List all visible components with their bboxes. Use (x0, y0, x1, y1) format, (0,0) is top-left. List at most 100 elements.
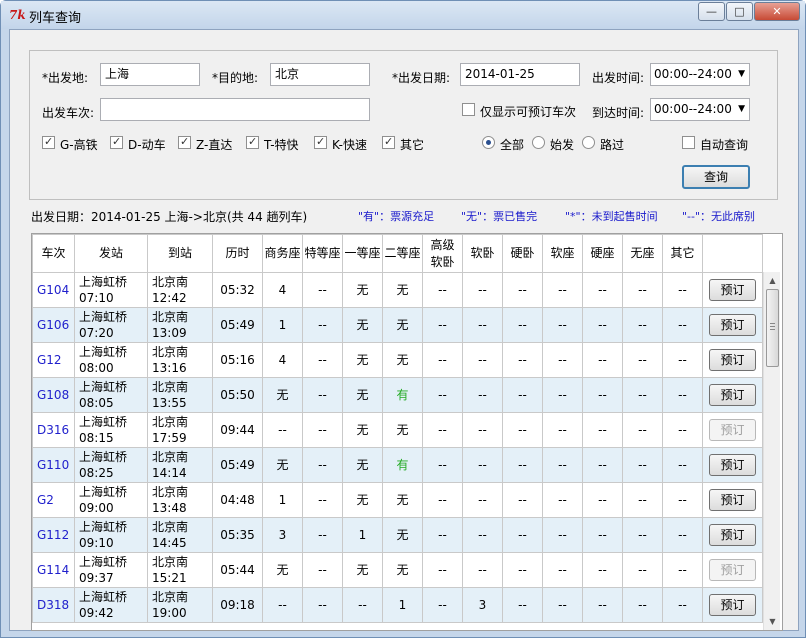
table-row[interactable]: G106 上海虹桥 07:20 北京南 13:09 05:49 1 -- 无无 -- -- -- -- -… (32, 307, 763, 343)
seat-availability: -- (422, 482, 463, 518)
train-code[interactable]: G114 (32, 552, 75, 588)
book-button[interactable]: 预订 (709, 384, 756, 406)
seat-availability: -- (662, 307, 703, 343)
train-code[interactable]: G104 (32, 272, 75, 308)
column-header[interactable]: 硬座 (582, 234, 623, 273)
column-header[interactable]: 一等座 (342, 234, 383, 273)
seat-availability: -- (462, 342, 503, 378)
seat-availability: -- (622, 482, 663, 518)
train-code[interactable]: G106 (32, 307, 75, 343)
table-row[interactable]: G108 上海虹桥 08:05 北京南 13:55 05:50 无 -- 无有 -- -- -- -- -… (32, 377, 763, 413)
seat-availability: 无 (382, 307, 423, 343)
type-g-checkbox[interactable] (42, 135, 55, 149)
column-header[interactable]: 硬卧 (502, 234, 543, 273)
from-station: 上海虹桥 09:10 (74, 517, 148, 553)
table-row[interactable]: G114 上海虹桥 09:37 北京南 15:21 05:44 无 -- 无无 -- -- -- -- -… (32, 552, 763, 588)
column-header[interactable]: 软卧 (462, 234, 503, 273)
duration: 04:48 (212, 482, 263, 518)
from-station-name: 上海虹桥 (79, 310, 128, 324)
table-row[interactable]: G12 上海虹桥 08:00 北京南 13:16 05:16 4 -- 无无 -- -- -- -- --… (32, 342, 763, 378)
title-bar[interactable]: 7k 列车查询 — □ ✕ (1, 1, 805, 29)
to-station-name: 北京南 (152, 555, 189, 569)
book-button[interactable]: 预订 (709, 594, 756, 616)
train-code[interactable]: D318 (32, 587, 75, 623)
table-row[interactable]: D318 上海虹桥 09:42 北京南 19:00 09:18 -- -- -- 1 -- 3 -- --… (32, 587, 763, 623)
book-button[interactable]: 预订 (709, 314, 756, 336)
book-cell: 预订 (702, 517, 763, 553)
seat-availability: 无 (342, 377, 383, 413)
train-code[interactable]: G110 (32, 447, 75, 483)
duration: 05:50 (212, 377, 263, 413)
train-no-input[interactable] (100, 98, 370, 121)
seat-availability: -- (582, 307, 623, 343)
column-header[interactable] (702, 234, 763, 273)
scroll-thumb[interactable] (766, 289, 779, 367)
seat-availability: 无 (262, 552, 303, 588)
train-code[interactable]: G112 (32, 517, 75, 553)
type-d-checkbox[interactable] (110, 135, 123, 149)
seat-availability: 有 (382, 377, 423, 413)
train-code[interactable]: G108 (32, 377, 75, 413)
book-button[interactable]: 预订 (709, 279, 756, 301)
seat-availability: -- (582, 552, 623, 588)
maximize-button[interactable]: □ (726, 2, 753, 21)
auto-query-checkbox[interactable] (682, 136, 695, 149)
type-k-checkbox[interactable] (314, 135, 327, 149)
filter-origin-radio[interactable] (532, 136, 545, 149)
column-header[interactable]: 无座 (622, 234, 663, 273)
scroll-up-arrow-icon[interactable]: ▲ (764, 272, 781, 289)
query-button[interactable]: 查询 (682, 165, 750, 189)
filter-panel: *出发地: 上海 *目的地: 北京 *出发日期: 2014-01-25 出发时间… (29, 50, 778, 200)
table-row[interactable]: D316 上海虹桥 08:15 北京南 17:59 09:44 -- -- 无无 -- -- -- --… (32, 412, 763, 448)
column-header[interactable]: 特等座 (302, 234, 343, 273)
scroll-down-arrow-icon[interactable]: ▼ (764, 613, 781, 630)
to-input[interactable]: 北京 (270, 63, 370, 86)
date-input[interactable]: 2014-01-25 (460, 63, 580, 86)
seat-availability: 1 (342, 517, 383, 553)
train-table-container: 车次 发站 到站 历时 商务座 特等座 一等座 二等座 高级 软卧 软卧 硬卧 软座 硬座 无座 其它 G1… (31, 233, 783, 631)
train-code[interactable]: G2 (32, 482, 75, 518)
type-other-checkbox[interactable] (382, 135, 395, 149)
seat-availability: 3 (262, 517, 303, 553)
column-header[interactable]: 高级 软卧 (422, 234, 463, 273)
seat-availability: -- (502, 482, 543, 518)
table-row[interactable]: G2 上海虹桥 09:00 北京南 13:48 04:48 1 -- 无无 -- -- -- -- -- -… (32, 482, 763, 518)
column-header[interactable]: 发站 (74, 234, 148, 273)
train-code[interactable]: D316 (32, 412, 75, 448)
seat-availability: -- (342, 587, 383, 623)
table-row[interactable]: G104 上海虹桥 07:10 北京南 12:42 05:32 4 -- 无无 -- -- -- -- -… (32, 272, 763, 308)
type-t-checkbox[interactable] (246, 135, 259, 149)
train-code[interactable]: G12 (32, 342, 75, 378)
type-z-checkbox[interactable] (178, 135, 191, 149)
column-header[interactable]: 商务座 (262, 234, 303, 273)
book-button[interactable]: 预订 (709, 489, 756, 511)
column-header[interactable]: 历时 (212, 234, 263, 273)
filter-all-radio[interactable] (482, 136, 495, 149)
to-station-name: 北京南 (152, 415, 189, 429)
to-station-time: 13:48 (152, 501, 187, 515)
app-logo-icon: 7k (9, 8, 26, 22)
column-header[interactable]: 车次 (32, 234, 75, 273)
filter-passing-radio[interactable] (582, 136, 595, 149)
only-bookable-checkbox[interactable] (462, 103, 475, 116)
book-button[interactable]: 预订 (709, 454, 756, 476)
column-header[interactable]: 其它 (662, 234, 703, 273)
column-header[interactable]: 软座 (542, 234, 583, 273)
book-button[interactable]: 预订 (709, 349, 756, 371)
depart-time-select[interactable]: 00:00--24:00 ▼ (650, 63, 750, 86)
from-input[interactable]: 上海 (100, 63, 200, 86)
close-button[interactable]: ✕ (754, 2, 800, 21)
to-station-name: 北京南 (152, 345, 189, 359)
table-row[interactable]: G110 上海虹桥 08:25 北京南 14:14 05:49 无 -- 无有 -- -- -- -- -… (32, 447, 763, 483)
vertical-scrollbar[interactable]: ▲ ▼ (763, 272, 780, 630)
seat-availability: -- (502, 272, 543, 308)
book-cell: 预订 (702, 377, 763, 413)
column-header[interactable]: 二等座 (382, 234, 423, 273)
train-no-label: 出发车次: (42, 106, 95, 120)
table-row[interactable]: G112 上海虹桥 09:10 北京南 14:45 05:35 3 -- 1 无 -- -- -- -- -… (32, 517, 763, 553)
from-station: 上海虹桥 09:42 (74, 587, 148, 623)
column-header[interactable]: 到站 (147, 234, 213, 273)
minimize-button[interactable]: — (698, 2, 725, 21)
book-button[interactable]: 预订 (709, 524, 756, 546)
arrive-time-select[interactable]: 00:00--24:00 ▼ (650, 98, 750, 121)
